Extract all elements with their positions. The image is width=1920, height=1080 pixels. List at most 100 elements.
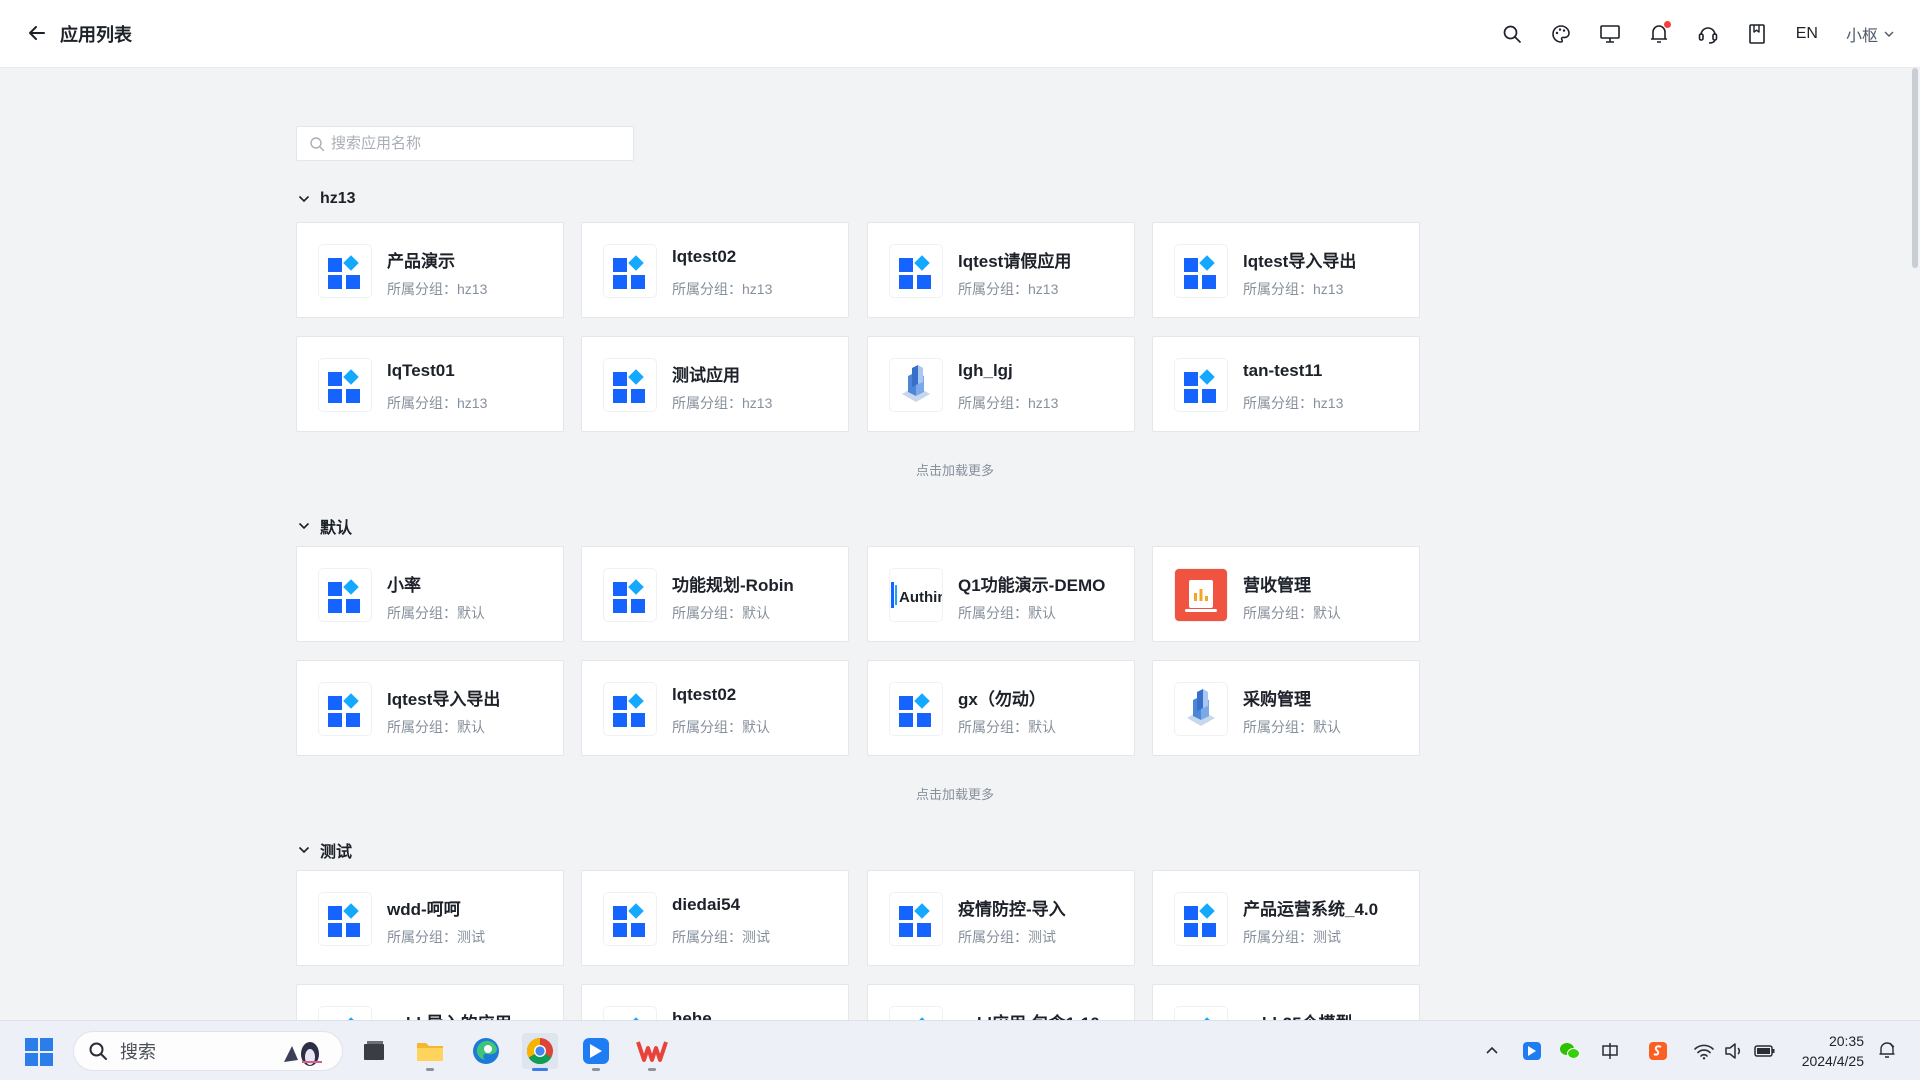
clock-date: 2024/4/25 [1801,1053,1864,1069]
app-name: lqtest02 [672,685,737,704]
app-card[interactable]: lqtest请假应用 所属分组：hz13 [867,222,1135,318]
notification-button[interactable] [1646,21,1672,47]
app-group-label: 所属分组：hz13 [1243,281,1344,297]
app-card[interactable]: lqtest02 所属分组：默认 [581,660,849,756]
app-group-label: 所属分组：默认 [387,719,485,735]
chevron-up-icon [1486,1046,1498,1054]
group-header[interactable]: 测试 [296,838,352,862]
running-indicator [592,1068,600,1071]
penguin-icon [284,1042,322,1066]
grid-app-icon [613,255,645,289]
tray-sogou[interactable] [1646,1039,1670,1063]
app-card[interactable]: 产品演示 所属分组：hz13 [296,222,564,318]
app-card[interactable]: lqTest01 所属分组：hz13 [296,336,564,432]
grid-app-icon [328,369,360,403]
load-more-link[interactable]: 点击加载更多 [916,460,994,479]
app-card[interactable]: lqtest导入导出 所属分组：hz13 [1152,222,1420,318]
load-more-link[interactable]: 点击加载更多 [916,784,994,803]
taskbar-edge[interactable] [468,1033,504,1069]
authing-logo-icon: Authing [891,582,942,608]
app-card[interactable]: 产品运营系统_4.0 所属分组：测试 [1152,870,1420,966]
app-card[interactable]: wdd-呵呵 所属分组：测试 [296,870,564,966]
svg-text:Authing: Authing [899,589,942,606]
taskbar-task-view[interactable] [356,1033,392,1069]
app-card[interactable]: lqtest02 所属分组：hz13 [581,222,849,318]
app-card[interactable]: Authing Q1功能演示-DEMO 所属分组：默认 [867,546,1135,642]
monitor-button[interactable] [1597,21,1623,47]
search-button[interactable] [1499,21,1525,47]
app-group-label: 所属分组：默认 [1243,719,1341,735]
app-card[interactable]: 功能规划-Robin 所属分组：默认 [581,546,849,642]
theme-button[interactable] [1548,21,1574,47]
app-group-label: 所属分组：hz13 [958,281,1059,297]
page-title: 应用列表 [60,25,132,45]
app-card[interactable]: gx（勿动） 所属分组：默认 [867,660,1135,756]
taskbar-search-label: 搜索 [120,1042,156,1062]
group-header[interactable]: 默认 [296,514,352,538]
app-name: lqtest导入导出 [1243,252,1357,271]
scrollbar-thumb[interactable] [1912,68,1918,268]
grid-app-icon [613,693,645,727]
grid-app-icon [1184,903,1216,937]
edge-browser-icon [473,1038,499,1064]
clock-time: 20:35 [1828,1033,1864,1049]
app-card[interactable]: lqtest导入导出 所属分组：默认 [296,660,564,756]
taskbar-wps[interactable] [634,1033,670,1071]
language-switch[interactable]: EN [1796,25,1818,43]
tray-wechat[interactable] [1558,1039,1582,1063]
tray-feishu[interactable] [1520,1039,1544,1063]
tray-volume[interactable] [1722,1039,1746,1063]
group-header[interactable]: hz13 [296,190,356,208]
app-card[interactable]: 营收管理 所属分组：默认 [1152,546,1420,642]
group-toggle[interactable] [296,191,312,207]
app-logo [319,893,371,945]
tray-overflow-button[interactable] [1482,1039,1502,1063]
app-card[interactable]: 小率 所属分组：默认 [296,546,564,642]
user-menu[interactable]: 小枢 [1846,22,1896,46]
start-button[interactable] [24,1037,54,1067]
cube-stack-icon [1187,689,1215,726]
app-group-label: 所属分组：hz13 [672,395,773,411]
docs-button[interactable] [1744,21,1770,47]
tray-wifi[interactable] [1692,1039,1716,1063]
chevron-down-icon [298,195,310,203]
tray-battery[interactable] [1752,1039,1778,1063]
cube-stack-icon [902,365,930,402]
taskbar-chrome[interactable] [522,1033,558,1071]
feishu-tray-icon [1523,1042,1541,1060]
app-card[interactable]: diedai54 所属分组：测试 [581,870,849,966]
app-name: 功能规划-Robin [672,576,794,595]
grid-app-icon [613,579,645,613]
app-search-box[interactable] [296,126,634,161]
wifi-icon [1694,1044,1714,1060]
group-toggle[interactable] [296,518,312,534]
group-toggle[interactable] [296,842,312,858]
app-card[interactable]: lgh_lgj 所属分组：hz13 [867,336,1135,432]
notification-dot [1663,21,1671,28]
app-card[interactable]: 测试应用 所属分组：hz13 [581,336,849,432]
app-logo [604,569,656,621]
grid-app-icon [328,693,360,727]
taskbar-feishu[interactable] [578,1033,614,1071]
app-name: 营收管理 [1243,576,1311,595]
app-card[interactable]: tan-test11 所属分组：hz13 [1152,336,1420,432]
back-button[interactable] [24,20,50,46]
taskbar-file-explorer[interactable] [412,1033,448,1071]
app-name: lqtest导入导出 [387,690,501,709]
taskbar-search[interactable]: 搜索 [73,1031,343,1071]
app-card[interactable]: 疫情防控-导入 所属分组：测试 [867,870,1135,966]
notification-bell-icon [1879,1042,1895,1058]
header-toolbar: EN 小枢 [1476,0,1896,68]
app-name: lqtest请假应用 [958,252,1072,271]
app-card[interactable]: 采购管理 所属分组：默认 [1152,660,1420,756]
support-button[interactable] [1695,21,1721,47]
app-name: lqTest01 [387,361,455,380]
battery-icon [1754,1045,1775,1057]
app-search-input[interactable] [331,135,621,152]
system-clock[interactable]: 20:35 2024/4/25 [1802,1031,1864,1071]
tray-input-method[interactable] [1598,1039,1622,1063]
revenue-report-icon [1175,569,1227,621]
running-indicator [426,1068,434,1071]
notification-center-button[interactable] [1878,1041,1898,1061]
app-logo [1175,245,1227,297]
